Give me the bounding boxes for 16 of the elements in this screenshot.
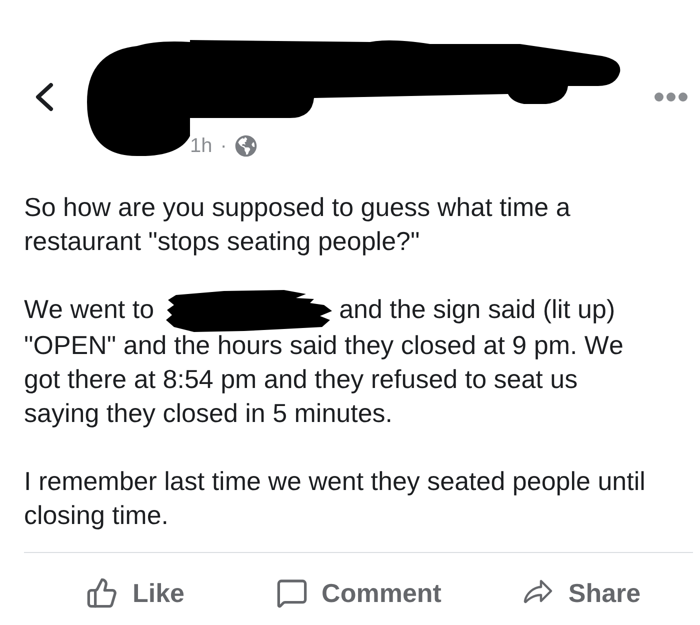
separator: ·: [220, 134, 227, 158]
globe-icon: [234, 135, 257, 157]
chevron-left-icon: [34, 82, 54, 112]
post-paragraph: So how are you supposed to guess what time a restaurant "stops seating people?": [24, 191, 572, 258]
back-button[interactable]: [34, 82, 54, 112]
post-paragraph: We went to and the sign said (lit up) "OPEN" and the hours said they closed at 9 pm. We got there at 8:54 pm and they refused to seat us saying they closed in 5 minutes.: [24, 292, 654, 430]
share-button[interactable]: Share: [516, 569, 647, 618]
more-options-button[interactable]: [654, 92, 688, 102]
speech-bubble-icon: [276, 577, 308, 610]
comment-button[interactable]: Comment: [270, 569, 448, 618]
like-button[interactable]: Like: [80, 569, 191, 618]
post-time[interactable]: 1h: [190, 134, 212, 158]
post-paragraph: I remember last time we went they seated people until closing time.: [24, 465, 646, 532]
avatar-scribble-icon: [87, 40, 190, 157]
more-dots-icon: [654, 92, 688, 102]
thumbs-up-icon: [86, 577, 118, 610]
